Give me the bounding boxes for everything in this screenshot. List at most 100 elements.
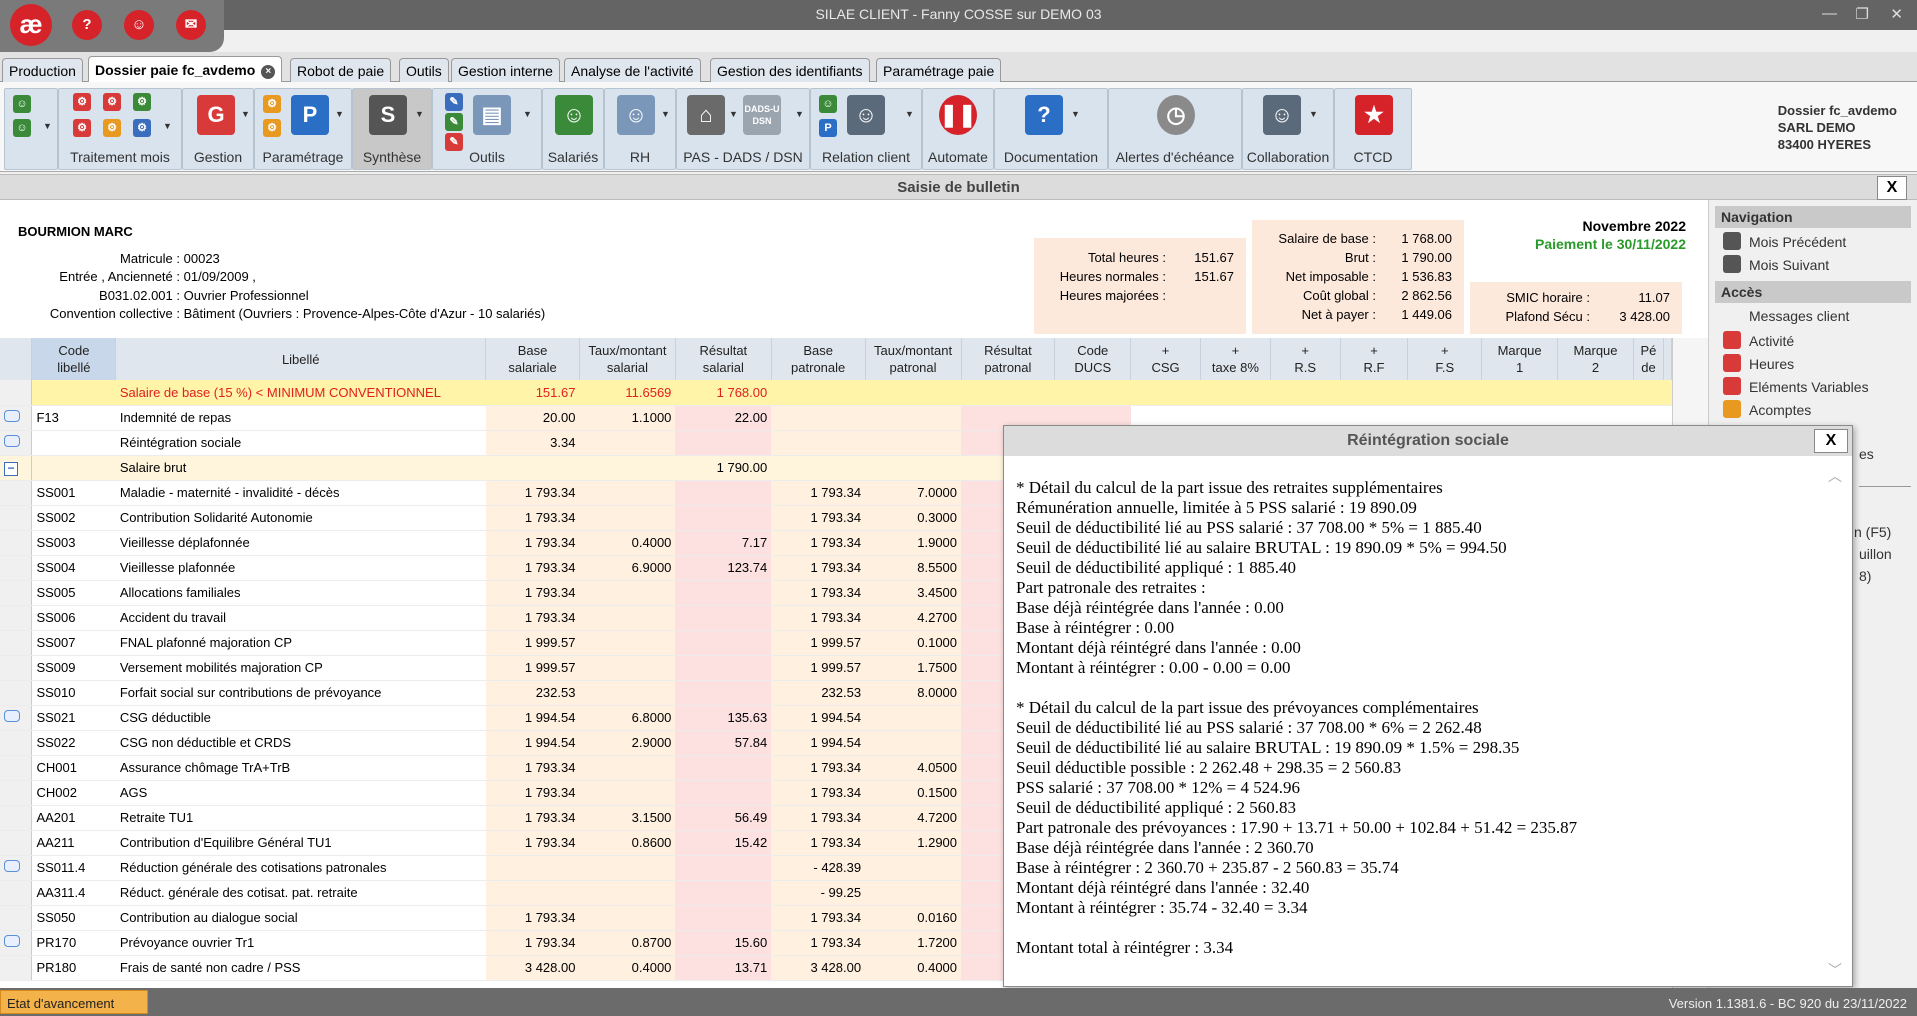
cell-ts[interactable]: 0.8600 [579,830,676,856]
tab-dossier-paie[interactable]: Dossier paie fc_avdemo × [88,56,283,82]
column-header[interactable]: Base patronale [771,338,866,380]
chevron-down-icon[interactable]: ▼ [661,109,670,119]
acces-acomptes[interactable]: Acomptes [1723,400,1811,418]
acces-activite[interactable]: Activité [1723,331,1794,349]
cell-ts[interactable] [579,905,676,931]
row-indicator[interactable] [0,655,33,681]
chevron-down-icon[interactable]: ▼ [1309,109,1318,119]
cell-bp[interactable]: 1 793.34 [771,555,866,581]
collapse-icon[interactable]: − [4,461,18,476]
cell-ts[interactable] [579,880,676,906]
cell-bs[interactable]: 1 793.34 [485,805,580,831]
row-indicator[interactable] [0,605,33,631]
row-indicator[interactable] [0,730,33,756]
cell-bp[interactable]: 1 999.57 [771,630,866,656]
cell-lib[interactable]: Réintégration sociale [115,430,486,456]
cell-ts[interactable] [579,680,676,706]
cell-tp[interactable] [865,455,962,481]
cell-bp[interactable]: 1 793.34 [771,830,866,856]
row-indicator[interactable] [0,405,33,431]
cell-tp[interactable]: 1.7500 [865,655,962,681]
cell-ts[interactable]: 1.1000 [579,405,676,431]
cell-rs[interactable] [675,630,772,656]
row-indicator[interactable] [0,480,33,506]
cell-lib[interactable]: FNAL plafonné majoration CP [115,630,486,656]
cell-lib[interactable]: Réduction générale des cotisations patro… [115,855,486,881]
cell-rs[interactable]: 1 768.00 [675,380,772,406]
cell-bp[interactable]: 1 793.34 [771,780,866,806]
cell-lib[interactable]: CSG déductible [115,705,486,731]
cell-tp[interactable] [865,405,962,431]
cell-tp[interactable]: 0.3000 [865,505,962,531]
popup-close-button[interactable]: X [1814,429,1848,453]
comment-icon[interactable] [4,710,20,722]
cell-tp[interactable]: 3.4500 [865,580,962,606]
cell-rs[interactable] [675,580,772,606]
cell-ts[interactable] [579,855,676,881]
cell-rs[interactable] [675,605,772,631]
cell-bp[interactable]: 1 994.54 [771,705,866,731]
cell-ts[interactable] [579,780,676,806]
cell-tp[interactable]: 1.9000 [865,530,962,556]
cell-bs[interactable] [485,880,580,906]
ribbon-group-documentation[interactable]: ? ▼ Documentation [994,88,1108,170]
cell-bp[interactable]: 1 793.34 [771,605,866,631]
cell-tp[interactable]: 1.2900 [865,830,962,856]
chevron-down-icon[interactable]: ▼ [795,109,804,119]
row-indicator[interactable] [0,555,33,581]
ribbon-group-rh[interactable]: ☺ ▼ RH [604,88,676,170]
close-button[interactable]: X [1877,176,1907,200]
cell-tp[interactable]: 0.1000 [865,630,962,656]
cell-code[interactable]: CH001 [31,755,116,781]
column-header[interactable]: Base salariale [485,338,580,380]
cell-ts[interactable] [579,755,676,781]
cell-bs[interactable]: 3 428.00 [485,955,580,981]
cell-lib[interactable]: Vieillesse plafonnée [115,555,486,581]
cell-tp[interactable]: 4.7200 [865,805,962,831]
cell-bs[interactable]: 1 994.54 [485,730,580,756]
cell-code[interactable]: SS009 [31,655,116,681]
cell-ts[interactable]: 0.4000 [579,955,676,981]
column-header[interactable]: Code libellé [31,338,117,380]
cell-bp[interactable]: 1 994.54 [771,730,866,756]
cell-bp[interactable]: 1 999.57 [771,655,866,681]
cell-ts[interactable]: 11.6569 [579,380,676,406]
cell-bs[interactable]: 1 793.34 [485,605,580,631]
cell-lib[interactable]: Contribution d'Equilibre Général TU1 [115,830,486,856]
cell-bp[interactable] [771,455,866,481]
cell-bp[interactable] [771,380,866,406]
tab-parametrage-paie[interactable]: Paramétrage paie [876,58,1002,82]
tab-robot-de-paie[interactable]: Robot de paie [290,58,392,82]
cell-ts[interactable] [579,605,676,631]
cell-bs[interactable]: 3.34 [485,430,580,456]
cell-code[interactable]: SS007 [31,630,116,656]
column-header[interactable]: + R.S [1270,338,1341,380]
comment-icon[interactable] [4,435,20,447]
cell-code[interactable]: SS021 [31,705,116,731]
cell-rs[interactable]: 57.84 [675,730,772,756]
cell-extra[interactable] [1054,380,1131,406]
cell-code[interactable]: SS001 [31,480,116,506]
chevron-down-icon[interactable]: ▼ [1071,109,1080,119]
cell-bs[interactable] [485,855,580,881]
messages-button[interactable]: ✉ [176,10,206,40]
tab-gestion-identifiants[interactable]: Gestion des identifiants [710,58,870,82]
cell-bp[interactable]: 1 793.34 [771,505,866,531]
cell-lib[interactable]: Frais de santé non cadre / PSS [115,955,486,981]
cell-tp[interactable]: 0.0160 [865,905,962,931]
cell-rs[interactable] [675,905,772,931]
ribbon-group-pas-dads-dsn[interactable]: ⌂ ▼ DADS-U DSN ▼ PAS - DADS / DSN [676,88,810,170]
ribbon-group-gestion[interactable]: G ▼ Gestion [182,88,254,170]
row-indicator[interactable] [0,880,33,906]
cell-tp[interactable]: 0.4000 [865,955,962,981]
cell-code[interactable]: SS005 [31,580,116,606]
cell-code[interactable]: SS003 [31,530,116,556]
row-indicator[interactable] [0,430,33,456]
cell-ts[interactable] [579,455,676,481]
cell-rs[interactable] [675,430,772,456]
chat-button[interactable]: ☺ [124,10,154,40]
cell-ts[interactable]: 2.9000 [579,730,676,756]
row-indicator[interactable] [0,805,33,831]
cell-code[interactable] [31,380,116,406]
cell-code[interactable]: SS002 [31,505,116,531]
